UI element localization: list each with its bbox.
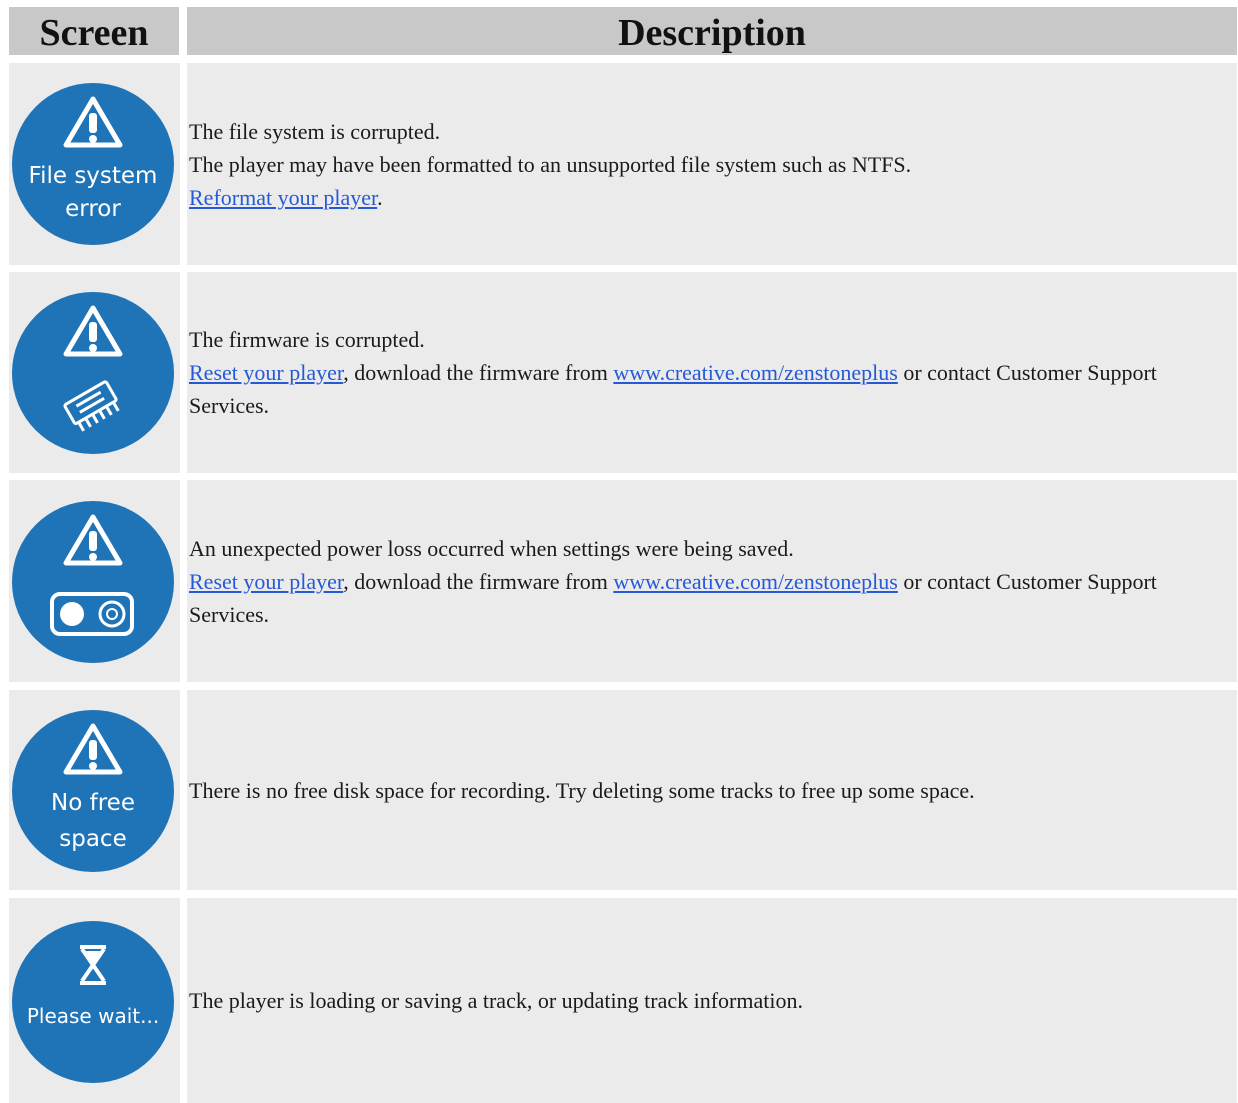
description-line: Reformat your player. [189, 184, 383, 210]
icon-text-line-1: No free [51, 790, 135, 816]
header-screen: Screen [9, 7, 179, 55]
description-line: The firmware is corrupted. [189, 327, 425, 352]
description-line: The player may have been formatted to an… [189, 151, 912, 177]
row-icon-cell: File system error [9, 63, 180, 265]
row-description-cell: The firmware is corrupted. Reset your pl… [187, 272, 1237, 473]
description-line: The player is loading or saving a track,… [189, 988, 803, 1013]
row-icon-cell [9, 272, 180, 473]
description-line: Reset your player, download the firmware… [189, 568, 1157, 627]
row-icon-cell: No free space [9, 690, 180, 890]
description-line: There is no free disk space for recordin… [189, 777, 975, 803]
row-description-cell: The file system is corrupted. The player… [187, 63, 1237, 265]
no-free-space-icon: No free space [12, 710, 174, 872]
row-icon-cell: Please wait... [9, 898, 180, 1103]
icon-text-line-2: error [65, 196, 121, 222]
power-toggle-icon [12, 501, 174, 663]
reformat-player-link[interactable]: Reformat your player [189, 185, 377, 210]
row-icon-cell [9, 480, 180, 682]
reset-player-link[interactable]: Reset your player [189, 360, 343, 385]
description-line: An unexpected power loss occurred when s… [189, 535, 794, 561]
firmware-chip-icon [12, 292, 174, 454]
firmware-download-link[interactable]: www.creative.com/zenstoneplus [613, 360, 897, 385]
firmware-download-link[interactable]: www.creative.com/zenstoneplus [613, 569, 897, 594]
icon-text-line-1: File system [29, 163, 158, 189]
hourglass-icon: Please wait... [12, 921, 174, 1083]
row-description-cell: There is no free disk space for recordin… [187, 690, 1237, 890]
reset-player-link[interactable]: Reset your player [189, 569, 343, 594]
icon-text-line-2: space [59, 826, 126, 852]
description-line: Reset your player, download the firmware… [189, 360, 1157, 418]
icon-text-line-1: Please wait... [27, 1004, 159, 1028]
file-system-error-icon: File system error [12, 83, 174, 245]
header-description: Description [187, 7, 1237, 55]
row-description-cell: An unexpected power loss occurred when s… [187, 480, 1237, 682]
row-description-cell: The player is loading or saving a track,… [187, 898, 1237, 1103]
description-line: The file system is corrupted. [189, 118, 441, 144]
